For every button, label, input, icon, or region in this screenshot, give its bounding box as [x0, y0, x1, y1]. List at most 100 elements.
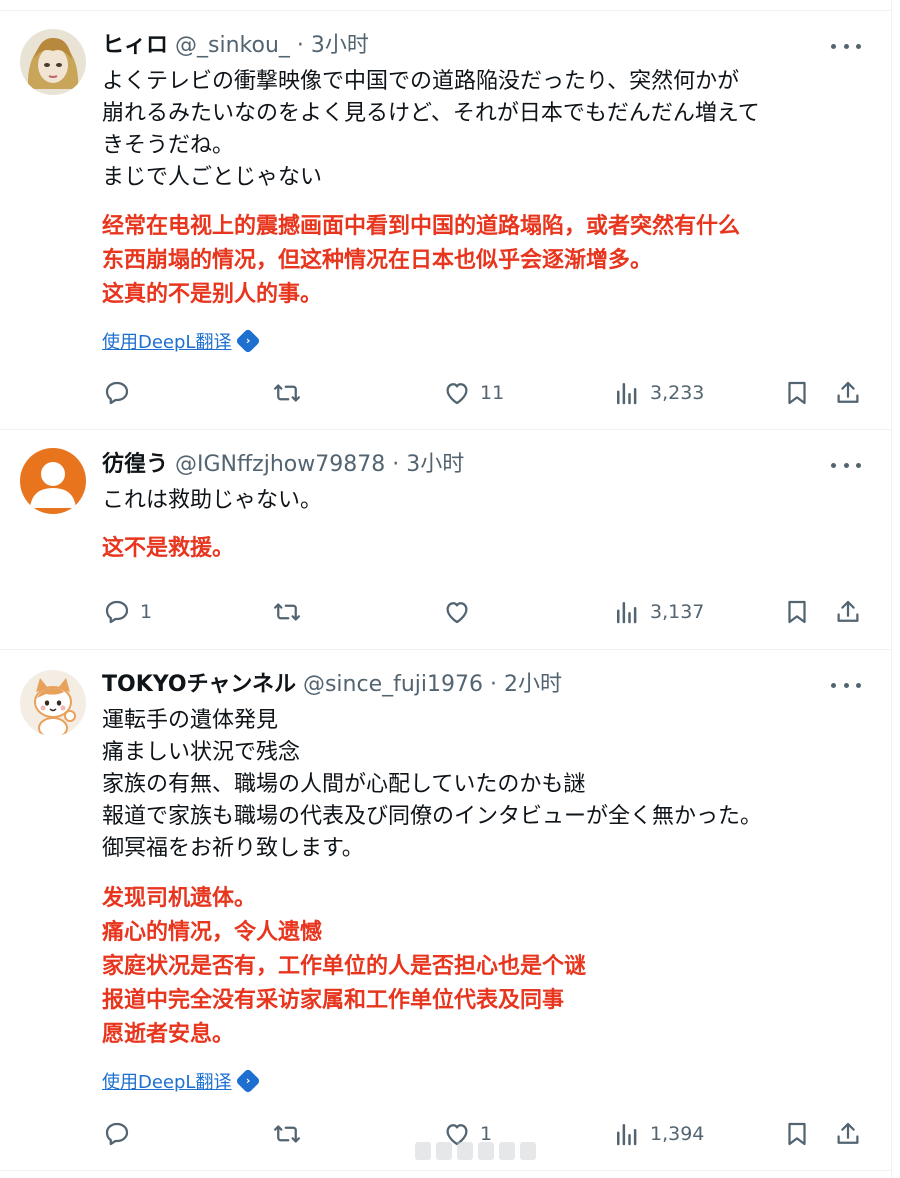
tweet-1[interactable]: ヒィロ @_sinkou_ · 3小时 よくテレビの衝撃映像で中国での道路陥没だ… [0, 11, 891, 430]
tweet-header: ヒィロ @_sinkou_ · 3小时 [102, 31, 369, 61]
translation-line: 家庭状况是否有，工作单位的人是否担心也是个谜 [102, 954, 587, 979]
avatar[interactable] [20, 448, 86, 514]
bookmark-button[interactable] [782, 373, 812, 413]
translation-line: 这真的不是别人的事。 [102, 282, 323, 307]
translation-line: 东西崩塌的情况，但这种情况在日本也似乎会逐渐增多。 [102, 248, 653, 273]
retweet-icon [274, 603, 300, 621]
translation-line: 这不是救援。 [102, 536, 235, 561]
heart-icon [446, 383, 468, 405]
text-line: 運転手の遺体発見 [102, 708, 279, 733]
text-line: 家族の有無、職場の人間が心配していたのかも謎 [102, 772, 586, 797]
reply-button[interactable] [102, 373, 140, 413]
like-button[interactable] [442, 592, 480, 632]
action-bar: 11 3,233 [0, 373, 891, 413]
text-line: 崩れるみたいなのをよく見るけど、それが日本でもだんだん増えて [102, 101, 760, 126]
share-icon [837, 600, 859, 622]
like-button[interactable]: 11 [442, 373, 504, 413]
action-bar: 1 3,137 [0, 592, 891, 632]
avatar[interactable] [20, 670, 86, 736]
translation-line: 痛心的情况，令人遗憾 [102, 920, 323, 945]
tweet-text: これは救助じゃない。 [102, 485, 872, 517]
user-handle[interactable]: @since_fuji1976 [303, 672, 483, 697]
share-button[interactable] [833, 1114, 863, 1154]
reply-icon [105, 1122, 129, 1146]
default-avatar-icon [20, 448, 86, 514]
share-button[interactable] [833, 592, 863, 632]
text-line: よくテレビの衝撃映像で中国での道路陥没だったり、突然何かが [102, 69, 740, 94]
bookmark-icon [788, 1122, 806, 1146]
cat-avatar-icon [20, 670, 86, 736]
separator-dot: · [490, 672, 498, 697]
like-count: 11 [480, 382, 505, 404]
tweet-2[interactable]: 彷徨う @IGNffzjhow79878 · 3小时 これは救助じゃない。 这不… [0, 430, 891, 650]
translation-line: 愿逝者安息。 [102, 1022, 235, 1047]
previous-tweet-border [0, 0, 892, 11]
bookmark-button[interactable] [782, 592, 812, 632]
text-line: 痛ましい状況で残念 [102, 740, 301, 765]
text-line: きそうだね。 [102, 133, 235, 158]
views-icon [617, 383, 637, 405]
separator-dot: · [392, 452, 400, 477]
more-icon[interactable] [831, 455, 861, 475]
translate-label: 使用DeepL翻译 [102, 1072, 232, 1093]
views-button[interactable]: 3,233 [612, 373, 704, 413]
retweet-button[interactable] [272, 592, 310, 632]
views-icon [617, 1124, 637, 1146]
text-line: 御冥福をお祈り致します。 [102, 836, 364, 861]
share-button[interactable] [833, 373, 863, 413]
post-time[interactable]: 3小时 [406, 452, 464, 477]
translation-text: 这不是救援。 [102, 532, 872, 566]
tweet-text: よくテレビの衝撃映像で中国での道路陥没だったり、突然何かが 崩れるみたいなのをよ… [102, 66, 872, 194]
view-count: 3,233 [650, 382, 705, 404]
retweet-button[interactable] [272, 1114, 310, 1154]
text-line: 報道で家族も職場の代表及び同僚のインタビューが全く無かった。 [102, 804, 763, 829]
bookmark-button[interactable] [782, 1114, 812, 1154]
heart-icon [446, 602, 468, 624]
retweet-button[interactable] [272, 373, 310, 413]
display-name[interactable]: TOKYOチャンネル [102, 672, 296, 697]
translation-text: 发现司机遗体。 痛心的情况，令人遗憾 家庭状况是否有，工作单位的人是否担心也是个… [102, 882, 872, 1052]
view-count: 1,394 [650, 1123, 705, 1145]
deepl-translate-link[interactable]: 使用DeepL翻译 › [102, 328, 262, 354]
avatar[interactable] [20, 29, 86, 95]
translate-label: 使用DeepL翻译 [102, 332, 232, 353]
bookmark-icon [788, 381, 806, 405]
more-icon[interactable] [831, 675, 861, 695]
post-time[interactable]: 3小时 [311, 33, 369, 58]
deepl-icon: › [235, 328, 262, 354]
post-time[interactable]: 2小时 [504, 672, 562, 697]
display-name[interactable]: ヒィロ [102, 33, 168, 58]
bookmark-icon [788, 600, 806, 624]
display-name[interactable]: 彷徨う [102, 452, 168, 477]
views-icon [617, 602, 637, 624]
more-icon[interactable] [831, 36, 861, 56]
deepl-icon: › [235, 1068, 262, 1094]
user-handle[interactable]: @_sinkou_ [175, 33, 290, 58]
tweet-text: 運転手の遺体発見 痛ましい状況で残念 家族の有無、職場の人間が心配していたのかも… [102, 705, 872, 865]
separator-dot: · [296, 33, 304, 58]
tweet-header: 彷徨う @IGNffzjhow79878 · 3小时 [102, 450, 464, 480]
translation-text: 经常在电视上的震撼画面中看到中国的道路塌陷，或者突然有什么 东西崩塌的情况，但这… [102, 210, 872, 312]
user-handle[interactable]: @IGNffzjhow79878 [175, 452, 385, 477]
translation-line: 经常在电视上的震撼画面中看到中国的道路塌陷，或者突然有什么 [102, 214, 741, 239]
reply-button[interactable] [102, 1114, 140, 1154]
watermark-logo [415, 1142, 536, 1160]
deepl-translate-link[interactable]: 使用DeepL翻译 › [102, 1068, 262, 1094]
views-button[interactable]: 3,137 [612, 592, 704, 632]
share-icon [837, 1122, 859, 1144]
retweet-icon [274, 384, 300, 402]
share-icon [837, 381, 859, 403]
reply-icon [105, 600, 129, 624]
translation-line: 报道中完全没有采访家属和工作单位代表及同事 [102, 988, 565, 1013]
view-count: 3,137 [650, 601, 705, 623]
views-button[interactable]: 1,394 [612, 1114, 704, 1154]
avatar-portrait-icon [20, 29, 86, 95]
retweet-icon [274, 1125, 300, 1143]
tweet-3[interactable]: TOKYOチャンネル @since_fuji1976 · 2小时 運転手の遺体発… [0, 650, 891, 1171]
reply-button[interactable]: 1 [102, 592, 152, 632]
tweet-header: TOKYOチャンネル @since_fuji1976 · 2小时 [102, 670, 562, 700]
text-line: まじで人ごとじゃない [102, 165, 323, 190]
text-line: これは救助じゃない。 [102, 488, 323, 513]
reply-icon [105, 381, 129, 405]
translation-line: 发现司机遗体。 [102, 886, 257, 911]
